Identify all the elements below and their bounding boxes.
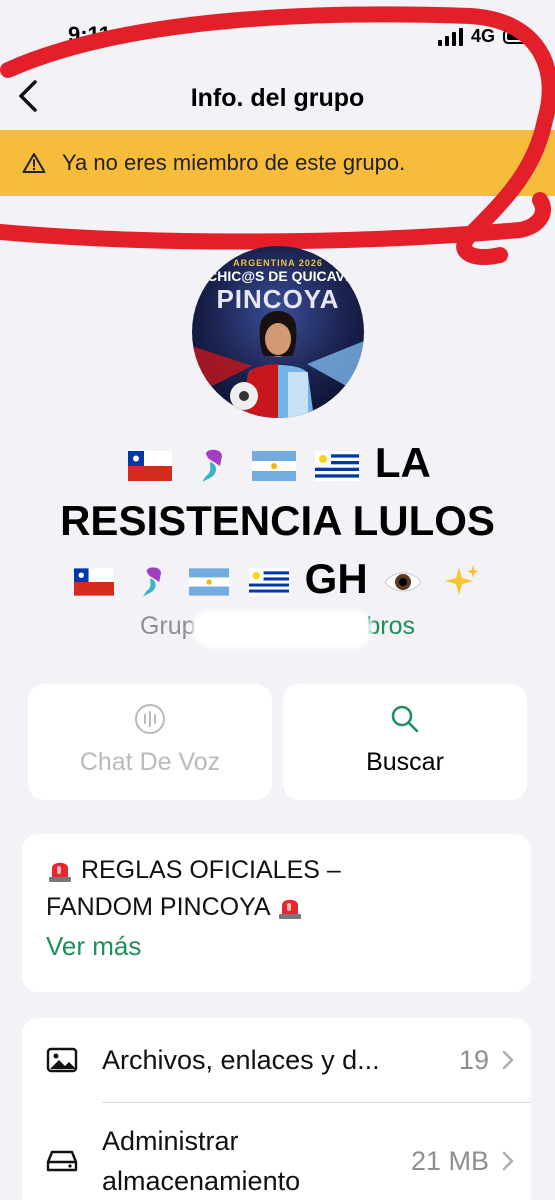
group-name-line-1: LA — [20, 434, 535, 492]
mermaid-icon — [142, 567, 161, 597]
voice-chat-button[interactable]: Chat De Voz — [28, 684, 272, 800]
nav-bar: Info. del grupo — [0, 62, 555, 132]
avatar-caption-top: ARGENTINA 2026 — [233, 258, 323, 268]
group-subtitle-start: Grup — [139, 612, 196, 640]
storage-label: Administrar almacenamiento — [102, 1126, 301, 1196]
banner-text: Ya no eres miembro de este grupo. — [62, 150, 406, 175]
group-name-text-3: GH — [304, 555, 368, 602]
voice-chat-icon — [28, 702, 272, 736]
media-label: Archivos, enlaces y d... — [102, 1045, 380, 1075]
avatar-caption-middle: CHIC@S DE QUICAVI — [207, 268, 349, 284]
warning-icon — [22, 150, 48, 176]
network-label: 4G — [470, 26, 495, 46]
status-time: 9:11 — [68, 22, 111, 47]
media-count: 19 — [458, 1044, 489, 1075]
chevron-right-icon — [501, 1150, 531, 1172]
list-divider — [102, 1102, 531, 1103]
siren-icon — [276, 893, 304, 919]
uruguay-flag-icon — [315, 450, 360, 481]
group-name: LA RESISTENCIA LULOS GH — [20, 434, 535, 608]
search-icon — [283, 702, 527, 736]
sparkles-icon — [445, 564, 480, 595]
description-text-2: FANDOM PINCOYA — [46, 893, 270, 921]
group-settings-list: Archivos, enlaces y d... 19 Administrar … — [22, 1018, 531, 1200]
search-button[interactable]: Buscar — [283, 684, 527, 800]
description-text-1: REGLAS OFICIALES – — [80, 856, 341, 884]
uruguay-flag-icon — [249, 568, 289, 596]
group-description-card[interactable]: REGLAS OFICIALES – FANDOM PINCOYA Ver má… — [22, 834, 531, 992]
mermaid-icon — [201, 449, 222, 482]
status-bar: 9:11 4G — [0, 0, 555, 62]
list-item-media[interactable]: Archivos, enlaces y d... 19 — [22, 1018, 531, 1102]
storage-size: 21 MB — [410, 1145, 489, 1176]
see-more-link[interactable]: Ver más — [46, 926, 507, 966]
argentina-flag-icon — [189, 568, 230, 596]
siren-icon — [46, 856, 74, 882]
search-label: Buscar — [366, 748, 444, 776]
group-name-line-3: GH — [20, 550, 535, 608]
group-name-text-2: RESISTENCIA LULOS — [60, 497, 495, 544]
description-line-1: REGLAS OFICIALES – — [46, 852, 507, 889]
avatar-caption-main: PINCOYA — [216, 284, 340, 314]
group-avatar[interactable]: ARGENTINA 2026 CHIC@S DE QUICAVI PINCOYA — [192, 246, 364, 418]
list-item-storage[interactable]: Administrar almacenamiento 21 MB — [22, 1104, 531, 1200]
group-name-text-1: LA — [374, 439, 431, 486]
not-member-banner: Ya no eres miembro de este grupo. — [0, 130, 555, 196]
storage-icon — [22, 1148, 102, 1174]
signal-icon — [437, 27, 463, 46]
page-title: Info. del grupo — [190, 84, 365, 112]
status-indicators: 4G — [437, 26, 533, 47]
chile-flag-icon — [73, 568, 114, 596]
battery-icon — [503, 29, 533, 44]
chile-flag-icon — [128, 450, 173, 481]
argentina-flag-icon — [251, 450, 296, 481]
description-line-2: FANDOM PINCOYA — [46, 889, 507, 926]
photo-icon — [22, 1047, 102, 1073]
redaction-patch — [192, 610, 372, 648]
eye-icon — [384, 572, 422, 592]
chevron-right-icon — [501, 1049, 531, 1071]
screen: 9:11 4G Info. del grupo Ya no eres miemb… — [0, 0, 555, 1200]
voice-chat-label: Chat De Voz — [79, 748, 221, 776]
